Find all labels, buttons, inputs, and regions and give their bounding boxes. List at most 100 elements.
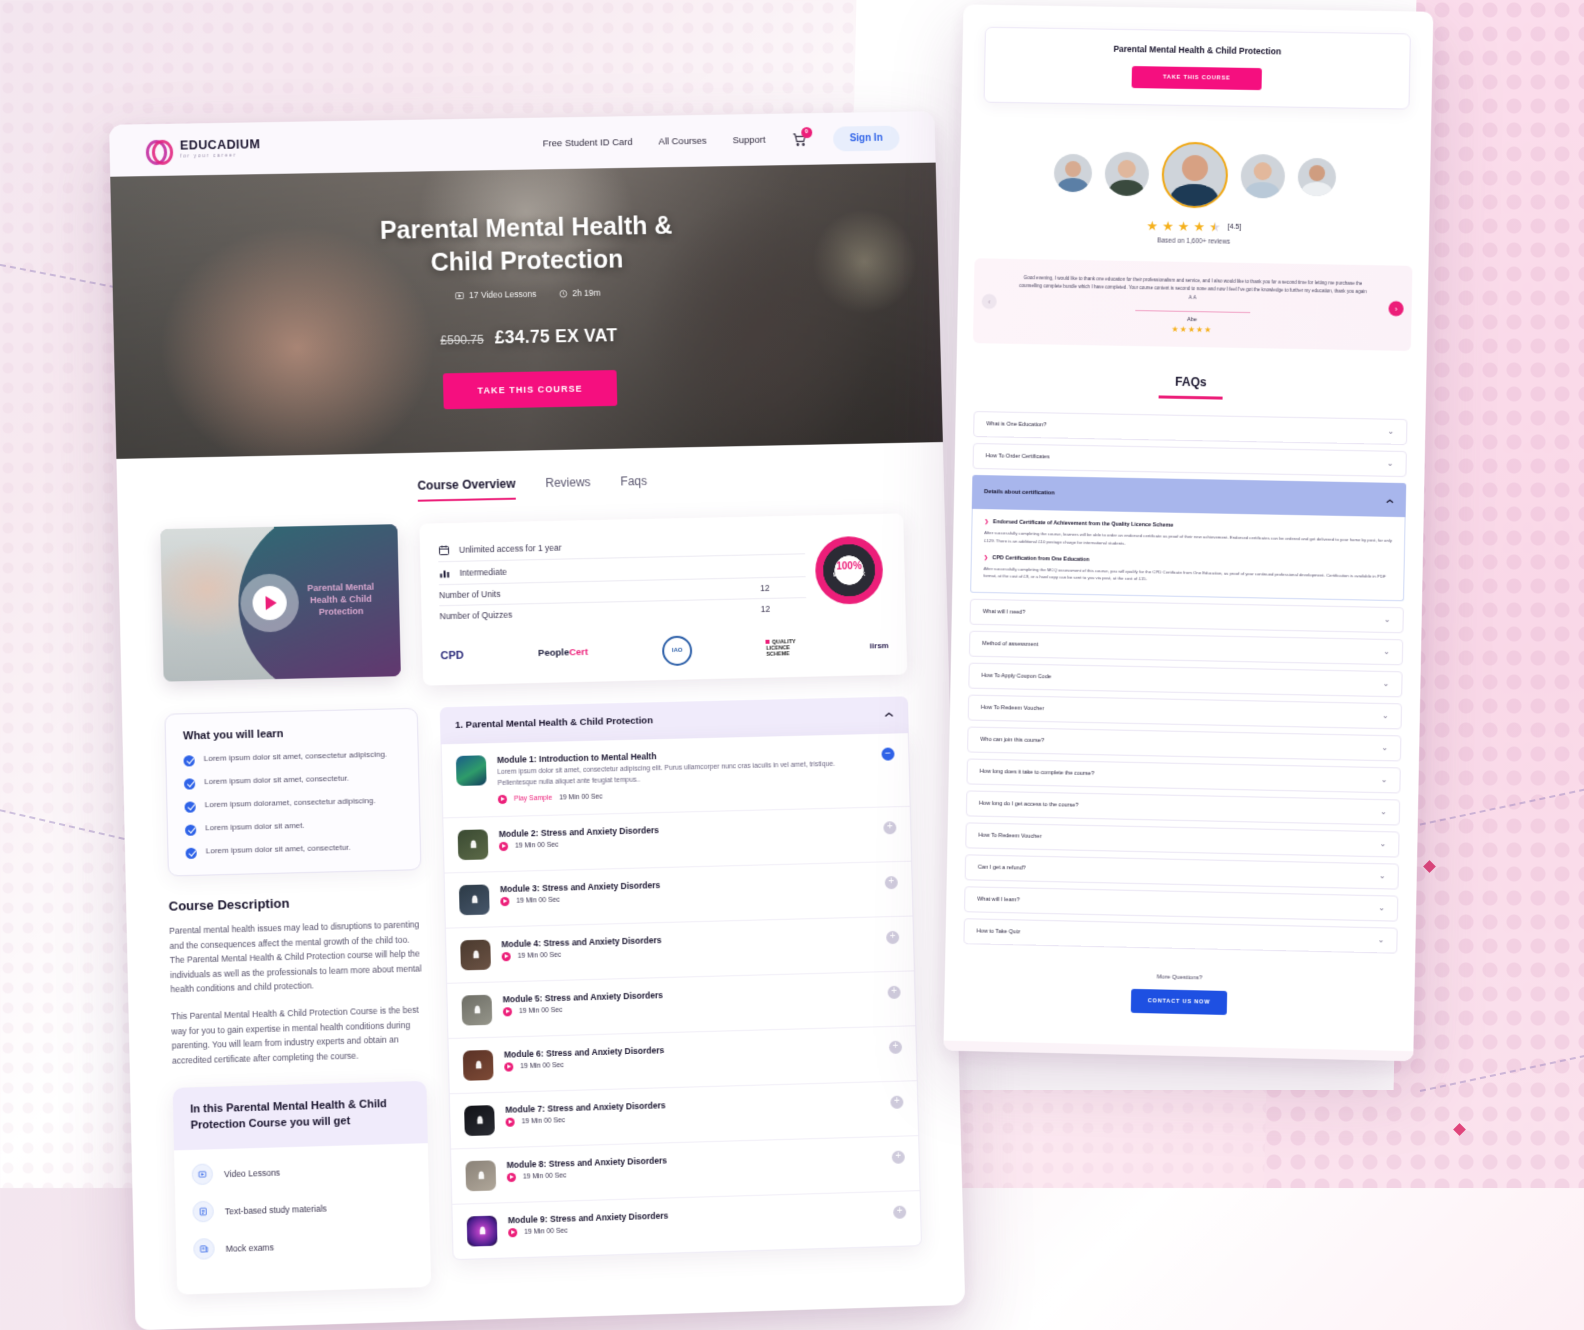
tab-course-overview[interactable]: Course Overview — [417, 476, 516, 502]
learn-item: Lorem ipsum dolor sit amet, consectetur. — [183, 772, 401, 790]
module-expand-toggle[interactable]: + — [888, 1040, 903, 1054]
faq-item[interactable]: Can I get a refund? ⌄ — [964, 854, 1399, 891]
check-icon — [183, 778, 196, 790]
course-description-title: Course Description — [168, 895, 290, 914]
cart-icon[interactable]: 0 — [791, 126, 813, 147]
hero-meta: 17 Video Lessons 2h 19m — [455, 288, 601, 301]
testimonial-prev-button[interactable]: ‹ — [981, 293, 997, 309]
course-info-card: Unlimited access for 1 year Intermediate… — [419, 513, 908, 686]
module-row[interactable]: Module 1: Introduction to Mental Health … — [441, 733, 910, 819]
nav-item-support[interactable]: Support — [732, 134, 765, 145]
play-icon[interactable] — [497, 794, 508, 804]
faq-question: What is One Education? — [986, 420, 1047, 429]
faq-title-underline — [1158, 395, 1223, 400]
module-expand-toggle[interactable]: + — [891, 1150, 905, 1164]
play-icon[interactable] — [508, 1227, 518, 1238]
course-includes-item: Video Lessons — [191, 1158, 412, 1186]
sticky-course-title: Parental Mental Health & Child Protectio… — [1113, 43, 1282, 57]
module-thumbnail — [457, 829, 489, 860]
tab-faqs[interactable]: Faqs — [620, 474, 647, 497]
faq-item[interactable]: How To Redeem Voucher ⌄ — [965, 822, 1400, 858]
faq-item[interactable]: How To Order Certificates ⌄ — [972, 442, 1407, 477]
cart-count-badge: 0 — [800, 126, 813, 138]
faq-item[interactable]: What is One Education? ⌄ — [973, 410, 1408, 445]
rating-stars: ★ ★ ★ ★ ★ [4.5] — [959, 216, 1429, 237]
video-icon — [191, 1163, 214, 1186]
star-icon: ★ — [1161, 218, 1174, 234]
chevron-down-icon: ⌄ — [1378, 903, 1386, 913]
take-this-course-button[interactable]: TAKE THIS COURSE — [443, 370, 618, 410]
price-current: £34.75 EX VAT — [494, 325, 618, 348]
play-icon[interactable] — [506, 1172, 517, 1182]
play-button-icon[interactable] — [239, 573, 300, 633]
chevron-down-icon: ⌄ — [1387, 426, 1395, 436]
faq-item[interactable]: How long does it take to complete the co… — [966, 758, 1401, 794]
site-logo[interactable]: EDUCADIUM for your career — [145, 138, 261, 166]
nav-item-free-student-id-card[interactable]: Free Student ID Card — [543, 136, 633, 148]
testimonial-card: ‹ › Good evening, I would like to thank … — [972, 258, 1413, 352]
play-icon[interactable] — [502, 1006, 513, 1017]
faq-question: Can I get a refund? — [977, 864, 1026, 872]
play-icon[interactable] — [505, 1117, 515, 1127]
exam-icon — [193, 1238, 215, 1261]
sign-in-button[interactable]: Sign In — [832, 125, 900, 151]
module-expand-toggle[interactable]: + — [890, 1095, 904, 1109]
price-original: £590.75 — [440, 332, 484, 348]
contact-us-now-button[interactable]: CONTACT US NOW — [1130, 989, 1228, 1016]
module-duration: 19 Min 00 Sec — [515, 841, 559, 850]
play-icon[interactable] — [501, 951, 511, 962]
lock-icon — [465, 1160, 496, 1191]
learn-item-label: Lorem ipsum dolor sit amet, consectetur … — [203, 749, 388, 764]
lock-icon — [458, 829, 489, 860]
avatar-active[interactable] — [1161, 141, 1229, 209]
chevron-down-icon: ⌄ — [1383, 647, 1391, 657]
curriculum-section-title: 1. Parental Mental Health & Child Protec… — [455, 715, 654, 731]
avatar — [1240, 153, 1286, 199]
check-icon — [184, 824, 197, 836]
play-icon[interactable] — [500, 896, 510, 906]
faq-item[interactable]: How To Apply Coupon Code ⌄ — [968, 663, 1403, 698]
faq-item[interactable]: What will I need? ⌄ — [969, 599, 1404, 634]
faq-item[interactable]: What will I learn? ⌄ — [964, 886, 1399, 923]
check-icon — [184, 801, 196, 813]
course-includes-title: In this Parental Mental Health & Child P… — [172, 1081, 428, 1151]
course-preview-video[interactable]: Parental Mental Health & Child Protectio… — [160, 524, 401, 682]
module-thumbnail — [462, 1049, 494, 1081]
reviewer-avatars — [960, 138, 1431, 212]
nav-item-all-courses[interactable]: All Courses — [658, 135, 707, 147]
play-icon[interactable] — [504, 1062, 514, 1072]
testimonial-divider — [1134, 310, 1250, 314]
avatar — [1104, 151, 1150, 197]
module-expand-toggle[interactable]: + — [883, 820, 897, 835]
faq-item[interactable]: Who can join this course? ⌄ — [967, 726, 1402, 762]
learn-item-label: Lorem ipsum doloramet, consectetur adipi… — [204, 796, 376, 810]
tab-reviews[interactable]: Reviews — [545, 475, 591, 499]
module-expand-toggle[interactable]: + — [884, 875, 898, 890]
info-label-level: Intermediate — [459, 566, 507, 578]
module-thumbnail — [465, 1160, 497, 1192]
chevron-down-icon: ⌄ — [1380, 807, 1387, 817]
module-expand-toggle[interactable]: + — [893, 1205, 907, 1219]
learn-title: What you will learn — [182, 728, 284, 743]
money-back-badge-icon: 100% MONEY BACK — [814, 535, 884, 605]
module-collapse-toggle[interactable]: − — [881, 747, 895, 761]
info-value-units: 12 — [760, 582, 770, 594]
avatar — [1053, 153, 1093, 193]
chevron-right-icon: ❯ — [983, 554, 989, 561]
faq-item[interactable]: How to Take Quiz ⌄ — [963, 918, 1398, 955]
faq-item[interactable]: How To Redeem Voucher ⌄ — [967, 694, 1403, 730]
course-includes-item: Mock exams — [193, 1233, 413, 1261]
sticky-take-this-course-button[interactable]: TAKE THIS COURSE — [1131, 66, 1262, 91]
chevron-down-icon: ⌄ — [1381, 711, 1389, 721]
play-icon[interactable] — [498, 841, 509, 851]
play-sample-link[interactable]: Play Sample — [514, 794, 552, 802]
module-expand-toggle[interactable]: + — [886, 930, 900, 944]
accreditation-logos: CPD PeopleCert IAO QUALITY LICENCE SCHEME … — [440, 627, 889, 671]
faq-item[interactable]: Method of assessment ⌄ — [968, 631, 1404, 666]
testimonial-next-button[interactable]: › — [1388, 300, 1404, 317]
chevron-down-icon: ⌄ — [1378, 871, 1386, 881]
faq-item-expanded[interactable]: Details about certification ❯ Endorsed Ce… — [970, 474, 1407, 602]
hero-duration: 2h 19m — [558, 288, 601, 299]
module-expand-toggle[interactable]: + — [887, 985, 901, 999]
faq-item[interactable]: How long do I get access to the course? ⌄ — [965, 790, 1401, 826]
